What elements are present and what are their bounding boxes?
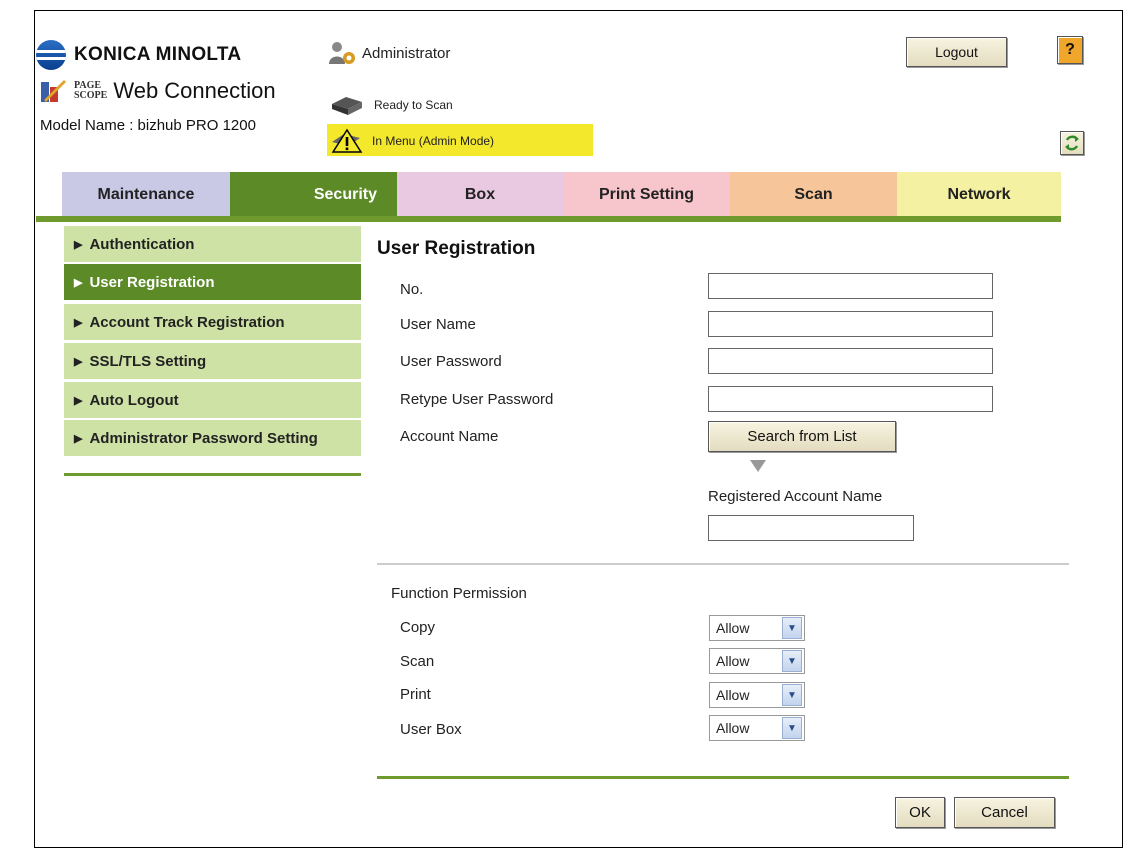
scan-label: Scan <box>400 653 435 670</box>
tab-network[interactable]: Network <box>897 172 1061 218</box>
user-name-input[interactable] <box>708 311 993 337</box>
konica-globe-icon <box>36 40 66 70</box>
scan-status-text: Ready to Scan <box>374 98 453 112</box>
cancel-button[interactable]: Cancel <box>954 797 1055 828</box>
function-permission-label: Function Permission <box>391 585 527 602</box>
triangle-right-icon: ▶ <box>74 432 83 445</box>
chevron-down-icon: ▼ <box>782 650 802 672</box>
chevron-down-icon: ▼ <box>782 617 802 639</box>
tab-underline <box>36 216 1061 222</box>
sidebar-item-user-registration[interactable]: ▶ User Registration <box>64 264 361 302</box>
account-name-label: Account Name <box>400 428 499 445</box>
sidebar-item-account-track-registration[interactable]: ▶ Account Track Registration <box>64 304 361 342</box>
form-bottom-divider <box>377 776 1069 779</box>
chevron-down-icon: ▼ <box>782 717 802 739</box>
sidebar-item-ssl-tls-setting[interactable]: ▶ SSL/TLS Setting <box>64 343 361 381</box>
logo-text: KONICA MINOLTA <box>74 44 242 65</box>
print-label: Print <box>400 686 431 703</box>
registered-account-input[interactable] <box>708 515 914 541</box>
user-password-label: User Password <box>400 353 502 370</box>
refresh-icon <box>1065 135 1079 151</box>
retype-password-label: Retype User Password <box>400 391 554 408</box>
triangle-right-icon: ▶ <box>74 276 83 289</box>
triangle-right-icon: ▶ <box>74 355 83 368</box>
pagescope-logo: PAGE SCOPE Web Connection <box>40 78 276 104</box>
sidebar-item-label: Auto Logout <box>89 391 179 409</box>
registered-account-label: Registered Account Name <box>708 488 883 505</box>
search-from-list-button[interactable]: Search from List <box>708 421 896 452</box>
user-box-select-value: Allow <box>716 720 750 736</box>
copy-select[interactable]: Allow ▼ <box>709 615 805 641</box>
user-box-label: User Box <box>400 721 462 738</box>
warning-icon <box>331 128 363 153</box>
retype-password-input[interactable] <box>708 386 993 412</box>
section-divider <box>377 563 1069 565</box>
menu-status-text: In Menu (Admin Mode) <box>372 134 495 148</box>
chevron-down-icon: ▼ <box>782 684 802 706</box>
tab-security[interactable]: Security <box>230 172 397 218</box>
arrow-down-icon <box>750 460 766 472</box>
tab-maintenance[interactable]: Maintenance <box>62 172 230 218</box>
sidebar-item-authentication[interactable]: ▶ Authentication <box>64 226 361 264</box>
help-button[interactable]: ? <box>1057 36 1083 64</box>
copy-label: Copy <box>400 619 436 636</box>
pagescope-icon <box>41 80 66 102</box>
no-label: No. <box>400 281 424 298</box>
user-box-select[interactable]: Allow ▼ <box>709 715 805 741</box>
sidebar-bottom-divider <box>64 473 361 476</box>
sidebar-item-label: Account Track Registration <box>89 313 285 331</box>
administrator-icon <box>329 42 355 64</box>
user-password-input[interactable] <box>708 348 993 374</box>
logout-button[interactable]: Logout <box>906 37 1007 67</box>
triangle-right-icon: ▶ <box>74 394 83 407</box>
model-name: Model Name : bizhub PRO 1200 <box>40 117 256 134</box>
sidebar-item-auto-logout[interactable]: ▶ Auto Logout <box>64 382 361 420</box>
user-role-label: Administrator <box>362 44 451 62</box>
no-input[interactable] <box>708 273 993 299</box>
pagescope-small-2: SCOPE <box>74 90 108 101</box>
tab-scan[interactable]: Scan <box>730 172 897 218</box>
triangle-right-icon: ▶ <box>74 316 83 329</box>
print-select[interactable]: Allow ▼ <box>709 682 805 708</box>
print-select-value: Allow <box>716 687 750 703</box>
pagescope-title: Web Connection <box>113 78 276 103</box>
user-name-label: User Name <box>400 316 476 333</box>
scanner-status: Ready to Scan <box>330 94 453 116</box>
sidebar-item-administrator-password-setting[interactable]: ▶ Administrator Password Setting <box>64 420 361 458</box>
help-icon: ? <box>1065 41 1075 58</box>
sidebar-item-label: Authentication <box>89 235 195 253</box>
tab-print-setting[interactable]: Print Setting <box>563 172 730 218</box>
refresh-button[interactable] <box>1060 131 1084 155</box>
triangle-right-icon: ▶ <box>74 238 83 251</box>
scanner-icon <box>332 97 362 115</box>
scan-select-value: Allow <box>716 653 750 669</box>
tab-box[interactable]: Box <box>397 172 563 218</box>
scan-select[interactable]: Allow ▼ <box>709 648 805 674</box>
sidebar-item-label: SSL/TLS Setting <box>89 352 207 370</box>
konica-minolta-logo: KONICA MINOLTA <box>36 40 241 70</box>
menu-status: In Menu (Admin Mode) <box>330 128 494 154</box>
sidebar-item-label: User Registration <box>89 273 215 291</box>
page-title: User Registration <box>377 238 536 259</box>
user-role: Administrator <box>328 40 450 66</box>
sidebar-item-label: Administrator Password Setting <box>89 429 318 447</box>
copy-select-value: Allow <box>716 620 750 636</box>
ok-button[interactable]: OK <box>895 797 945 828</box>
